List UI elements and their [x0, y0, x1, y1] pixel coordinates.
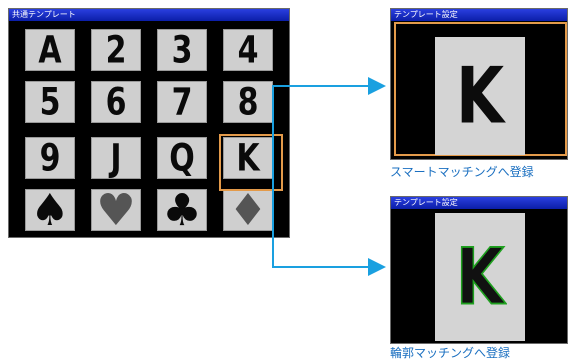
template-card-heart[interactable]: ♥ [91, 185, 141, 236]
template-card-label: A [38, 28, 62, 72]
template-card-label: 5 [39, 80, 61, 124]
spade-icon: ♠ [30, 184, 70, 236]
arrow-to-contour-matching-shaft [272, 266, 372, 268]
smart-matching-template-window: テンプレート設定 K [390, 8, 568, 160]
template-card-8[interactable]: 8 [223, 80, 273, 124]
smart-matching-card-label: K [455, 49, 505, 141]
contour-matching-template-window: テンプレート設定 K [390, 196, 568, 344]
connector-vertical [272, 85, 274, 268]
template-card-5[interactable]: 5 [25, 80, 75, 124]
template-card-label: J [110, 136, 122, 180]
template-card-label: 8 [237, 80, 259, 124]
template-card-label: 7 [171, 80, 193, 124]
smart-matching-card-preview: K [435, 37, 525, 155]
contour-matching-caption: 輪郭マッチングへ登録 [390, 346, 511, 360]
template-card-a[interactable]: A [25, 28, 75, 72]
club-icon: ♣ [162, 184, 202, 236]
template-card-spade[interactable]: ♠ [25, 185, 75, 236]
template-card-label: 6 [105, 80, 127, 124]
template-card-9[interactable]: 9 [25, 136, 75, 180]
template-card-label: 3 [171, 28, 193, 72]
template-card-4[interactable]: 4 [223, 28, 273, 72]
template-card-label: 9 [39, 136, 61, 180]
heart-icon: ♥ [96, 184, 136, 236]
common-template-window: 共通テンプレート A 2 3 4 5 6 7 8 9 J Q K ♠ ♥ ♣ ♦ [8, 8, 290, 238]
contour-matching-card-preview: K [435, 213, 525, 341]
template-card-diamond[interactable]: ♦ [223, 185, 273, 236]
arrow-to-smart-matching-shaft [272, 85, 372, 87]
template-card-club[interactable]: ♣ [157, 185, 207, 236]
template-card-label: 4 [237, 28, 259, 72]
template-card-label: Q [169, 136, 195, 180]
template-card-2[interactable]: 2 [91, 28, 141, 72]
template-card-6[interactable]: 6 [91, 80, 141, 124]
diamond-icon: ♦ [228, 184, 268, 236]
template-card-7[interactable]: 7 [157, 80, 207, 124]
arrow-to-smart-matching-head [368, 77, 386, 95]
contour-matching-window-title: テンプレート設定 [391, 197, 567, 209]
smart-matching-window-title: テンプレート設定 [391, 9, 567, 21]
template-card-j[interactable]: J [91, 136, 141, 180]
contour-matching-card-label: K [455, 230, 505, 322]
arrow-to-contour-matching-head [368, 258, 386, 276]
common-template-title: 共通テンプレート [9, 9, 289, 21]
template-card-3[interactable]: 3 [157, 28, 207, 72]
template-card-q[interactable]: Q [157, 136, 207, 180]
smart-matching-caption: スマートマッチングへ登録 [390, 165, 534, 179]
template-card-label: 2 [105, 28, 127, 72]
